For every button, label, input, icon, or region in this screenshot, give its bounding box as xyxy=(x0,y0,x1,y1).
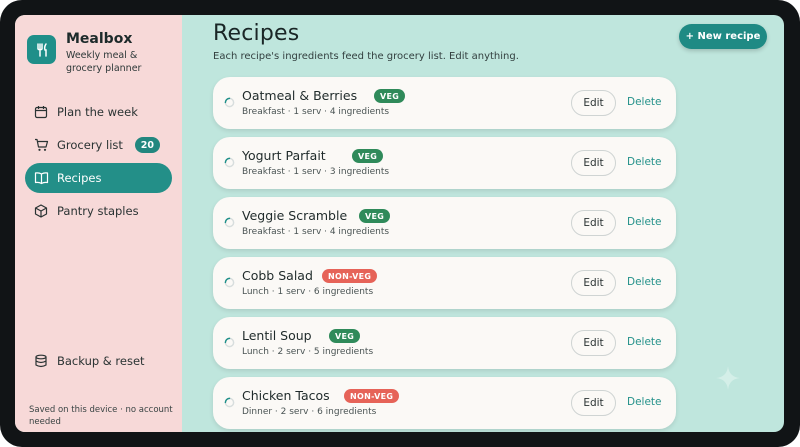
sidebar-nav: Plan the week Grocery list 20 Recipes Pa… xyxy=(25,97,172,226)
calendar-icon xyxy=(33,104,49,120)
recipe-list: Oatmeal & Berries VEG Breakfast · 1 serv ·… xyxy=(213,77,676,432)
delete-recipe-button[interactable]: Delete xyxy=(627,336,662,348)
recipe-name: Lentil Soup xyxy=(242,328,312,343)
sidebar: Mealbox Weekly meal & grocery planner Pl… xyxy=(15,15,182,432)
recipe-name: Chicken Tacos xyxy=(242,388,330,403)
delete-recipe-button[interactable]: Delete xyxy=(627,276,662,288)
recipe-meta: Breakfast · 1 serv · 4 ingredients xyxy=(242,107,390,117)
edit-recipe-button[interactable]: Edit xyxy=(571,270,616,296)
loading-spinner-icon xyxy=(224,337,235,348)
edit-recipe-button[interactable]: Edit xyxy=(571,210,616,236)
recipe-meta: Lunch · 1 serv · 6 ingredients xyxy=(242,287,374,297)
brand: Mealbox Weekly meal & grocery planner xyxy=(27,31,172,75)
page-subtitle: Each recipe's ingredients feed the groce… xyxy=(213,51,519,62)
delete-recipe-button[interactable]: Delete xyxy=(627,396,662,408)
diet-tag-badge: VEG xyxy=(329,329,361,343)
recipe-name: Veggie Scramble xyxy=(242,208,348,223)
device-frame: Mealbox Weekly meal & grocery planner Pl… xyxy=(0,0,800,447)
sidebar-item-label: Plan the week xyxy=(57,105,138,119)
recipe-name: Cobb Salad xyxy=(242,268,313,283)
sidebar-item-label: Backup & reset xyxy=(57,354,145,368)
recipe-meta: Breakfast · 1 serv · 3 ingredients xyxy=(242,167,390,177)
sidebar-item-plan-the-week[interactable]: Plan the week xyxy=(25,97,172,127)
loading-spinner-icon xyxy=(224,97,235,108)
app-name: Mealbox xyxy=(66,31,133,47)
main-content: Recipes Each recipe's ingredients feed t… xyxy=(182,15,784,432)
diet-tag-badge: VEG xyxy=(359,209,391,223)
recipe-card[interactable]: Veggie Scramble VEG Breakfast · 1 serv · 4… xyxy=(213,197,676,249)
recipe-name: Yogurt Parfait xyxy=(242,148,326,163)
box-icon xyxy=(33,203,49,219)
sidebar-item-grocery-list[interactable]: Grocery list 20 xyxy=(25,130,172,160)
loading-spinner-icon xyxy=(224,397,235,408)
edit-recipe-button[interactable]: Edit xyxy=(571,150,616,176)
diet-tag-badge: VEG xyxy=(352,149,384,163)
sidebar-item-label: Grocery list xyxy=(57,138,123,152)
recipe-card[interactable]: Lentil Soup VEG Lunch · 2 serv · 5 ingredi… xyxy=(213,317,676,369)
recipe-card[interactable]: Yogurt Parfait VEG Breakfast · 1 serv · 3 … xyxy=(213,137,676,189)
new-recipe-button[interactable]: + New recipe xyxy=(679,24,767,49)
saved-status-note: Saved on this device · no account needed xyxy=(29,405,173,427)
database-icon xyxy=(33,353,49,369)
sidebar-item-label: Pantry staples xyxy=(57,204,139,218)
sparkle-icon xyxy=(716,366,740,390)
sidebar-item-recipes[interactable]: Recipes xyxy=(25,163,172,193)
page-title: Recipes xyxy=(213,21,300,46)
diet-tag-badge: NON-VEG xyxy=(322,269,378,283)
diet-tag-badge: NON-VEG xyxy=(344,389,400,403)
delete-recipe-button[interactable]: Delete xyxy=(627,216,662,228)
sidebar-item-label: Recipes xyxy=(57,171,102,185)
recipe-card[interactable]: Chicken Tacos NON-VEG Dinner · 2 serv · 6 … xyxy=(213,377,676,429)
delete-recipe-button[interactable]: Delete xyxy=(627,156,662,168)
loading-spinner-icon xyxy=(224,157,235,168)
recipe-name: Oatmeal & Berries xyxy=(242,88,358,103)
diet-tag-badge: VEG xyxy=(374,89,406,103)
grocery-count-badge: 20 xyxy=(134,137,160,153)
recipe-card[interactable]: Cobb Salad NON-VEG Lunch · 1 serv · 6 ingr… xyxy=(213,257,676,309)
delete-recipe-button[interactable]: Delete xyxy=(627,96,662,108)
loading-spinner-icon xyxy=(224,277,235,288)
edit-recipe-button[interactable]: Edit xyxy=(571,330,616,356)
backup-reset-section: Backup & reset xyxy=(25,346,172,379)
app-tagline: Weekly meal & grocery planner xyxy=(66,50,142,74)
sidebar-item-pantry-staples[interactable]: Pantry staples xyxy=(25,196,172,226)
recipe-meta: Dinner · 2 serv · 6 ingredients xyxy=(242,407,377,417)
book-icon xyxy=(33,170,49,186)
app-screen: Mealbox Weekly meal & grocery planner Pl… xyxy=(15,15,784,432)
loading-spinner-icon xyxy=(224,217,235,228)
fork-knife-icon xyxy=(27,35,56,64)
recipe-card[interactable]: Oatmeal & Berries VEG Breakfast · 1 serv ·… xyxy=(213,77,676,129)
recipe-meta: Breakfast · 1 serv · 4 ingredients xyxy=(242,227,390,237)
cart-icon xyxy=(33,137,49,153)
recipe-meta: Lunch · 2 serv · 5 ingredients xyxy=(242,347,374,357)
edit-recipe-button[interactable]: Edit xyxy=(571,390,616,416)
edit-recipe-button[interactable]: Edit xyxy=(571,90,616,116)
sidebar-item-backup-reset[interactable]: Backup & reset xyxy=(25,346,172,376)
